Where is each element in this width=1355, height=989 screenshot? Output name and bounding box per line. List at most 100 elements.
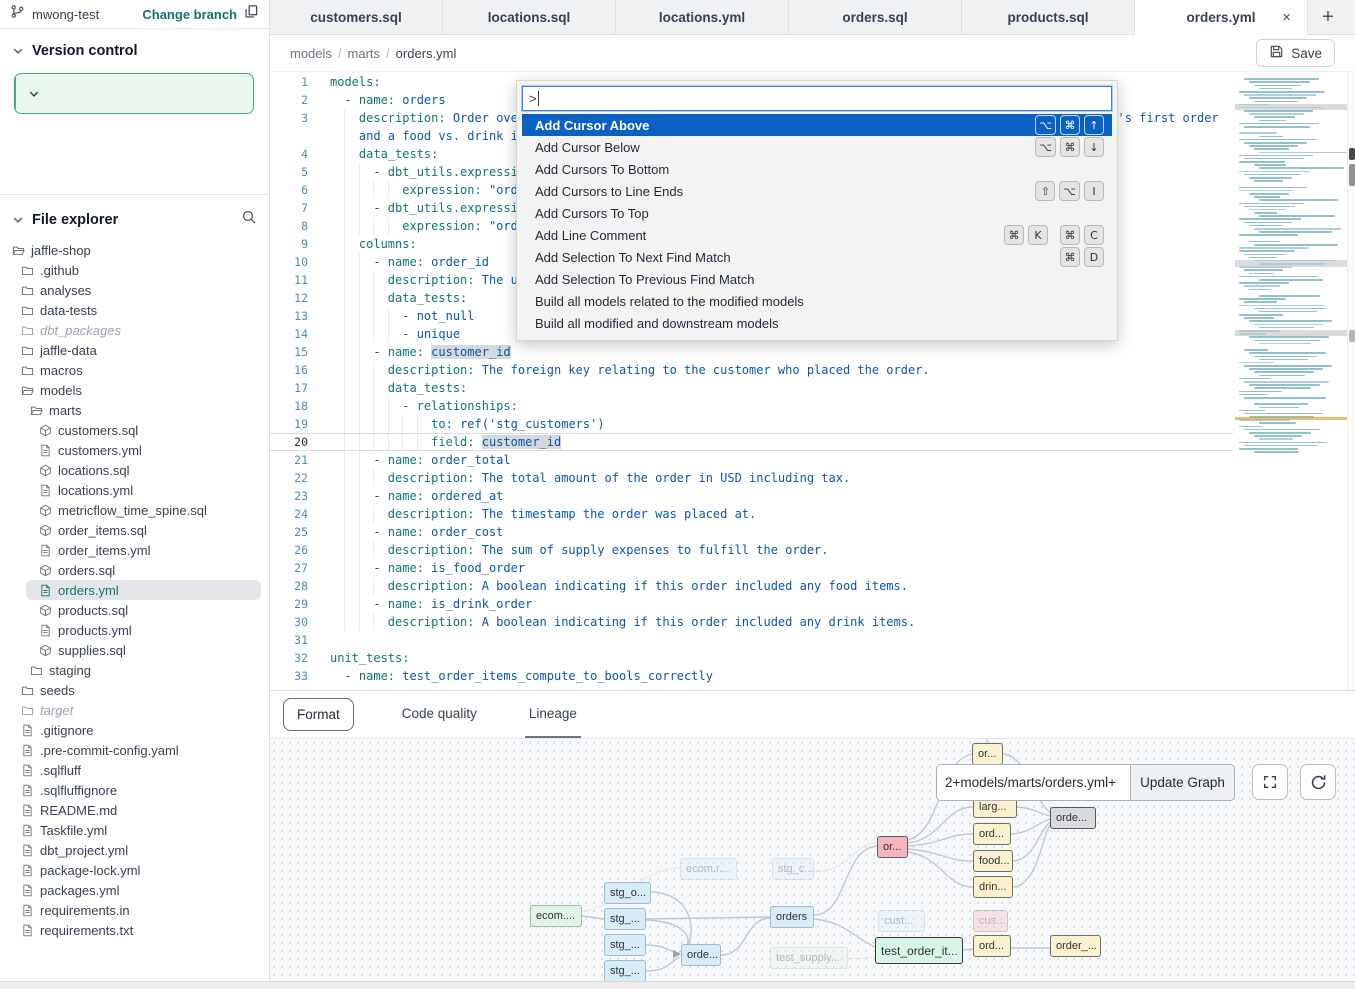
tree-item-orders-sql[interactable]: orders.sql [0, 560, 269, 580]
command-item-add-line-comment[interactable]: Add Line Comment⌘K⌘C [522, 224, 1112, 246]
format-button[interactable]: Format [283, 698, 354, 731]
lineage-node-drin[interactable]: drin... [973, 876, 1013, 898]
lineage-node-orde[interactable]: orde... [1050, 807, 1096, 829]
lineage-node-stg[interactable]: stg_... [604, 908, 646, 930]
lineage-node-stg[interactable]: stg_... [604, 934, 646, 956]
tree-item-orders-yml[interactable]: orders.yml [0, 580, 269, 600]
lineage-node-orders[interactable]: orders [770, 906, 814, 928]
tab-locations-yml[interactable]: locations.yml [616, 0, 789, 34]
tree-item-github[interactable]: .github [0, 260, 269, 280]
editor-line-23[interactable]: 23 - name: ordered_at [270, 487, 1355, 505]
horizontal-scrollbar[interactable] [0, 981, 1355, 989]
editor-line-19[interactable]: 19 to: ref('stg_customers') [270, 415, 1355, 433]
new-tab-button[interactable]: + [1308, 0, 1348, 34]
lineage-node-test-order-it[interactable]: test_order_it... [875, 937, 963, 964]
lineage-node-order[interactable]: order_... [1050, 935, 1101, 957]
command-item-add-selection-to-previous-find-match[interactable]: Add Selection To Previous Find Match [522, 268, 1112, 290]
editor-line-24[interactable]: 24 description: The timestamp the order … [270, 505, 1355, 523]
editor-line-18[interactable]: 18 - relationships: [270, 397, 1355, 415]
tree-item-taskfile-yml[interactable]: Taskfile.yml [0, 820, 269, 840]
editor-line-27[interactable]: 27 - name: is_food_order [270, 559, 1355, 577]
tree-item-supplies-sql[interactable]: supplies.sql [0, 640, 269, 660]
tab-customers-sql[interactable]: customers.sql [270, 0, 443, 34]
editor-line-15[interactable]: 15 - name: customer_id [270, 343, 1355, 361]
lineage-node-stg[interactable]: stg_... [604, 960, 646, 982]
close-tab-icon[interactable]: × [1280, 9, 1293, 26]
lineage-node-stg-o[interactable]: stg_o... [604, 882, 651, 904]
editor-line-32[interactable]: 32unit_tests: [270, 649, 1355, 667]
copy-branch-icon[interactable] [244, 4, 259, 24]
tab-code-quality[interactable]: Code quality [398, 691, 481, 739]
tree-item-target[interactable]: target [0, 700, 269, 720]
tree-item-sqlfluff[interactable]: .sqlfluff [0, 760, 269, 780]
tab-lineage[interactable]: Lineage [525, 691, 581, 739]
lineage-node-food[interactable]: food... [973, 850, 1013, 872]
editor-line-17[interactable]: 17 data_tests: [270, 379, 1355, 397]
tree-item-gitignore[interactable]: .gitignore [0, 720, 269, 740]
tree-item-readme-md[interactable]: README.md [0, 800, 269, 820]
lineage-node-ecom[interactable]: ecom.... [530, 905, 582, 927]
tree-item-customers-yml[interactable]: customers.yml [0, 440, 269, 460]
tree-item-sqlfluffignore[interactable]: .sqlfluffignore [0, 780, 269, 800]
fullscreen-button[interactable] [1252, 764, 1288, 800]
command-item-add-cursors-to-top[interactable]: Add Cursors To Top [522, 202, 1112, 224]
editor-line-26[interactable]: 26 description: The sum of supply expens… [270, 541, 1355, 559]
tree-item-jaffle-shop[interactable]: jaffle-shop [0, 240, 269, 260]
tree-item-jaffle-data[interactable]: jaffle-data [0, 340, 269, 360]
tree-item-customers-sql[interactable]: customers.sql [0, 420, 269, 440]
editor-line-25[interactable]: 25 - name: order_cost [270, 523, 1355, 541]
lineage-node-or[interactable]: or... [972, 743, 1003, 765]
command-item-add-cursors-to-line-ends[interactable]: Add Cursors to Line Ends⇧⌥I [522, 180, 1112, 202]
editor-line-20[interactable]: 20 field: customer_id [270, 433, 1233, 451]
lineage-canvas[interactable]: ecom....stg_o...stg_...stg_...stg_...ord… [270, 738, 1355, 982]
search-icon[interactable] [241, 209, 257, 230]
tree-item-analyses[interactable]: analyses [0, 280, 269, 300]
create-pr-dropdown[interactable] [15, 74, 51, 113]
tree-item-marts[interactable]: marts [0, 400, 269, 420]
tab-orders-sql[interactable]: orders.sql [789, 0, 962, 34]
tree-item-dbt-project-yml[interactable]: dbt_project.yml [0, 840, 269, 860]
tree-item-locations-sql[interactable]: locations.sql [0, 460, 269, 480]
tree-item-order-items-sql[interactable]: order_items.sql [0, 520, 269, 540]
refresh-button[interactable] [1300, 764, 1336, 800]
editor-scrollbar[interactable] [1347, 72, 1355, 690]
editor-line-31[interactable]: 31 [270, 631, 1355, 649]
editor-line-30[interactable]: 30 description: A boolean indicating if … [270, 613, 1355, 631]
tree-item-package-lock-yml[interactable]: package-lock.yml [0, 860, 269, 880]
editor-line-22[interactable]: 22 description: The total amount of the … [270, 469, 1355, 487]
tree-item-staging[interactable]: staging [0, 660, 269, 680]
lineage-node-ord[interactable]: ord... [973, 935, 1011, 957]
version-control-header[interactable]: Version control [0, 29, 269, 59]
save-button[interactable]: Save [1256, 39, 1335, 67]
lineage-node-ord[interactable]: ord... [973, 823, 1011, 845]
tree-item-packages-yml[interactable]: packages.yml [0, 880, 269, 900]
editor-line-16[interactable]: 16 description: The foreign key relating… [270, 361, 1355, 379]
command-input[interactable]: > [522, 86, 1112, 111]
editor-line-21[interactable]: 21 - name: order_total [270, 451, 1355, 469]
editor-line-29[interactable]: 29 - name: is_drink_order [270, 595, 1355, 613]
command-item-add-cursor-below[interactable]: Add Cursor Below⌥⌘↓ [522, 136, 1112, 158]
tree-item-models[interactable]: models [0, 380, 269, 400]
lineage-selector-input[interactable] [937, 765, 1130, 800]
tree-item-products-sql[interactable]: products.sql [0, 600, 269, 620]
command-item-add-cursor-above[interactable]: Add Cursor Above⌥⌘↑ [522, 114, 1112, 136]
command-item-add-cursors-to-bottom[interactable]: Add Cursors To Bottom [522, 158, 1112, 180]
tree-item-pre-commit-config-yaml[interactable]: .pre-commit-config.yaml [0, 740, 269, 760]
tree-item-products-yml[interactable]: products.yml [0, 620, 269, 640]
editor-line-28[interactable]: 28 description: A boolean indicating if … [270, 577, 1355, 595]
editor-minimap[interactable] [1235, 75, 1347, 467]
tab-products-sql[interactable]: products.sql [962, 0, 1135, 34]
update-graph-button[interactable]: Update Graph [1130, 765, 1234, 800]
command-item-build-all-modified-and-downstream-models[interactable]: Build all modified and downstream models [522, 312, 1112, 334]
tree-item-macros[interactable]: macros [0, 360, 269, 380]
lineage-node-or[interactable]: or... [877, 836, 908, 858]
command-item-build-all-models-related-to-the-modified-models[interactable]: Build all models related to the modified… [522, 290, 1112, 312]
tree-item-dbt-packages[interactable]: dbt_packages [0, 320, 269, 340]
tree-item-data-tests[interactable]: data-tests [0, 300, 269, 320]
tree-item-seeds[interactable]: seeds [0, 680, 269, 700]
file-explorer-header[interactable]: File explorer [0, 195, 269, 230]
tree-item-locations-yml[interactable]: locations.yml [0, 480, 269, 500]
tree-item-requirements-txt[interactable]: requirements.txt [0, 920, 269, 940]
command-item-add-selection-to-next-find-match[interactable]: Add Selection To Next Find Match⌘D [522, 246, 1112, 268]
editor-line-33[interactable]: 33 - name: test_order_items_compute_to_b… [270, 667, 1355, 685]
